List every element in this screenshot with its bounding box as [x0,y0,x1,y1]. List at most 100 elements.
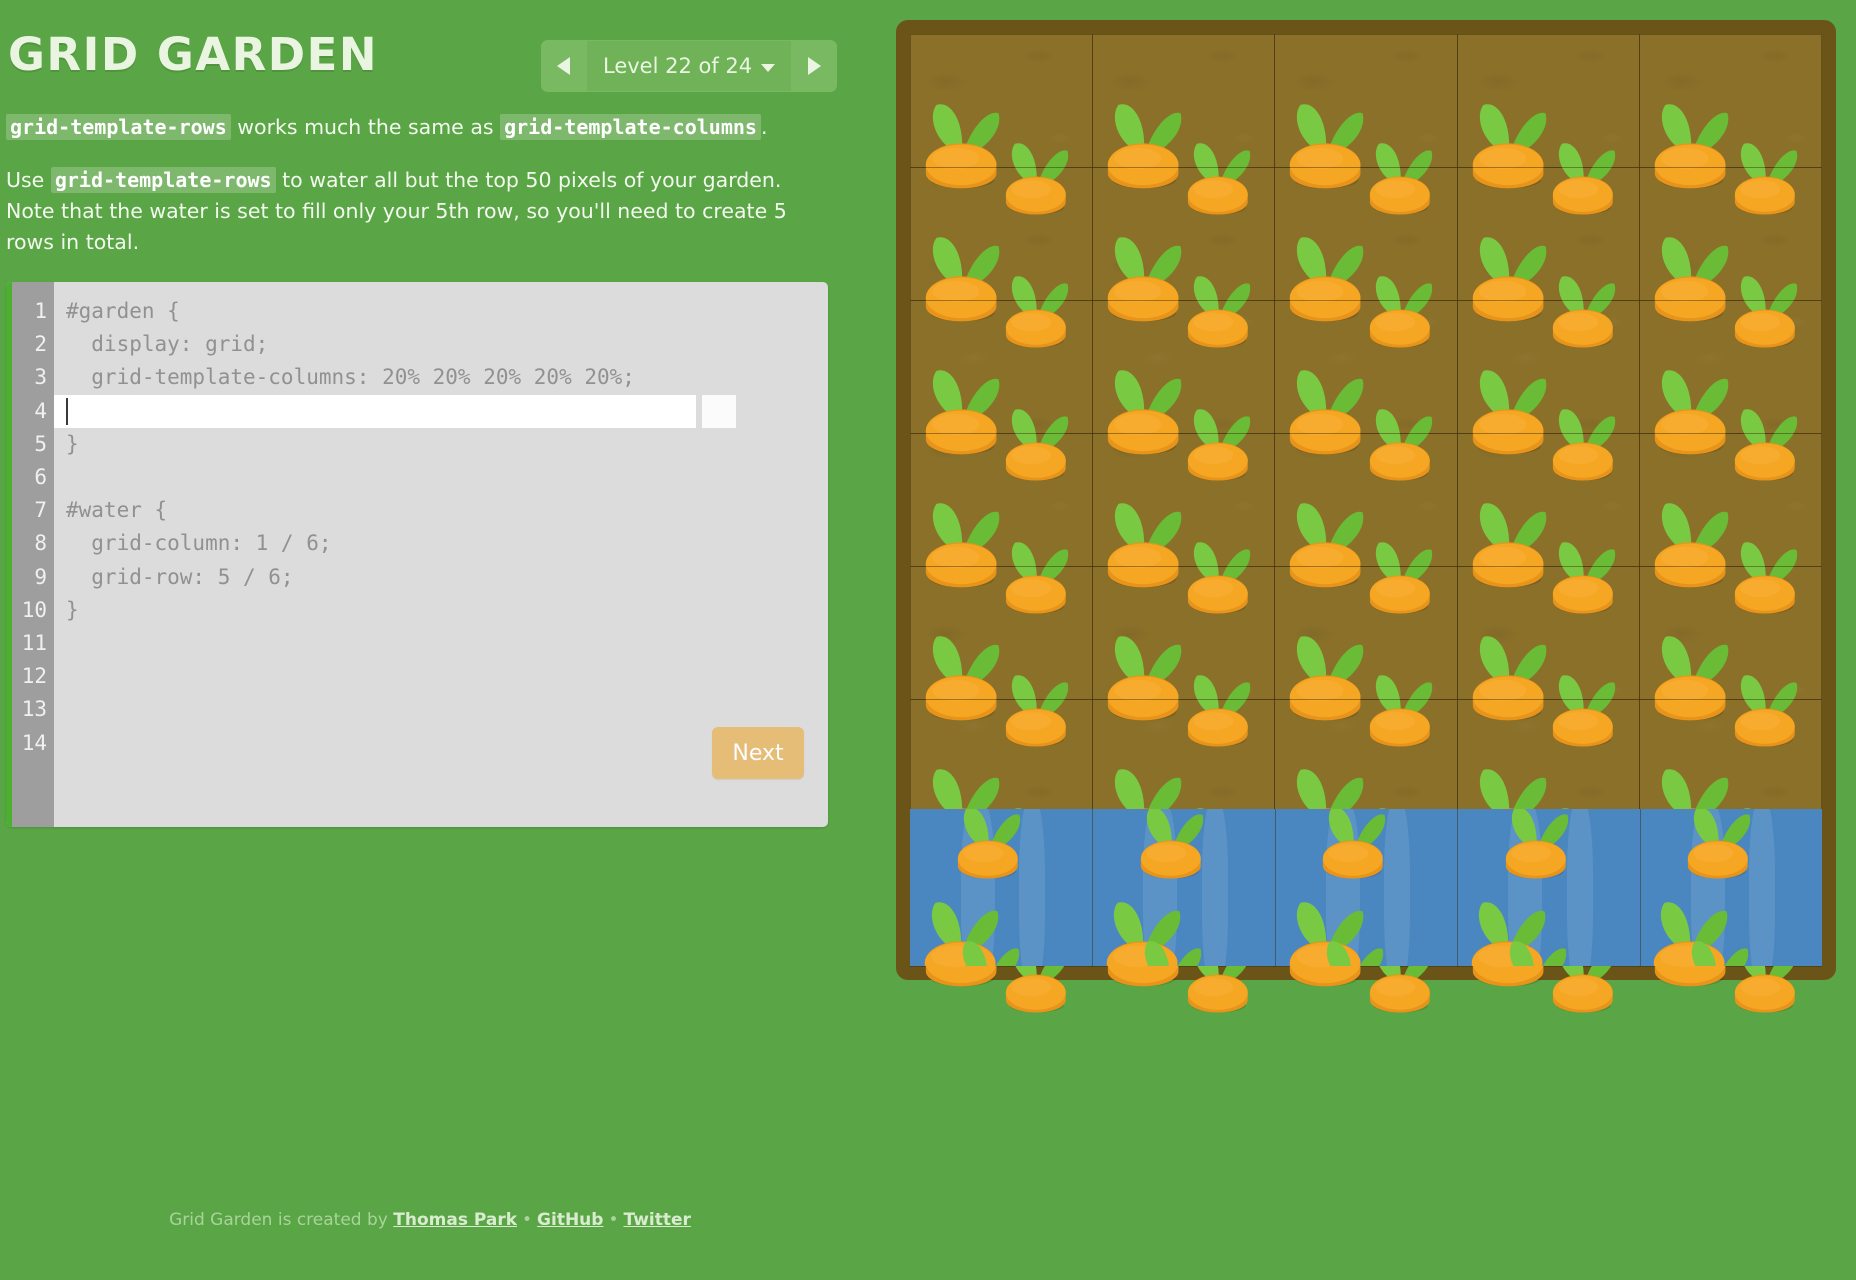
instruction-text-1b: . [760,115,768,139]
garden-container [896,20,1836,1013]
footer-separator-2: • [608,1210,619,1230]
inline-code-grid-template-rows-2: grid-template-rows [50,167,276,193]
garden-plot [909,166,1093,348]
garden-plot [1456,432,1641,614]
garden-plot [909,299,1093,481]
garden-plot [1274,166,1458,348]
inline-code-grid-template-columns: grid-template-columns [500,114,761,140]
code-line[interactable] [54,461,828,494]
left-panel: GRID GARDEN Level 22 of 24 grid-template… [0,0,860,1280]
carrot-icon [1107,902,1182,987]
code-line[interactable]: } [54,428,828,461]
code-line[interactable] [54,660,828,693]
garden-plot [1639,432,1823,614]
garden-plot [1274,566,1458,747]
footer-separator-1: • [522,1210,533,1230]
footer-author-link[interactable]: Thomas Park [393,1210,517,1230]
code-line[interactable]: grid-column: 1 / 6; [54,527,828,560]
carrot [1177,925,1255,1013]
code-line[interactable]: #garden { [54,295,828,328]
carrot [1095,883,1187,987]
footer-prefix: Grid Garden is created by [169,1210,394,1230]
code-line[interactable]: grid-row: 5 / 6; [54,561,828,594]
carrot [1460,883,1552,987]
garden-plot [1274,299,1458,481]
line-number: 6 [34,465,47,490]
carrot-icon [1290,902,1364,987]
level-label-text: Level 22 of 24 [603,54,753,78]
footer-github-link[interactable]: GitHub [537,1210,603,1230]
level-dropdown[interactable]: Level 22 of 24 [587,40,791,92]
carrot [995,925,1073,1013]
garden-plot [1456,299,1641,481]
chevron-down-icon [761,63,776,72]
next-button[interactable]: Next [712,727,804,779]
carrot-icon [1552,941,1615,1013]
line-number: 10 [21,597,47,622]
code-line[interactable]: display: grid; [54,328,828,361]
garden-grid [909,33,1823,1013]
garden-plot [1639,299,1823,481]
carrot [1642,883,1734,987]
line-number: 8 [34,531,47,556]
grid-garden-app: GRID GARDEN Level 22 of 24 grid-template… [0,0,1856,1280]
carrot-icon [1370,941,1433,1013]
carrot [1359,925,1437,1013]
carrot-icon [1187,941,1251,1013]
garden-plot [1639,33,1823,215]
garden-plot [1639,699,1823,880]
line-number: 14 [21,730,47,755]
code-line[interactable]: } [54,594,828,627]
text-cursor [66,397,68,425]
header-row: GRID GARDEN Level 22 of 24 [8,28,848,98]
garden-plot [1456,33,1641,215]
code-line[interactable] [54,693,828,726]
garden-plot [1639,832,1823,1013]
code-line[interactable] [54,627,828,660]
instruction-paragraph-1: grid-template-rows works much the same a… [6,112,836,143]
line-number: 13 [21,697,47,722]
line-number: 2 [34,332,47,357]
garden-plot [909,432,1093,614]
line-number: 12 [21,664,47,689]
garden-plot [1091,299,1276,481]
previous-level-button[interactable] [541,40,587,92]
next-level-button[interactable] [791,40,838,92]
garden-plot [1274,33,1458,215]
garden-plot [1274,699,1458,880]
code-editor[interactable]: 1 2 3 4 5 6 7 8 9 10 11 12 13 14 #garden { display: g… [6,282,828,827]
garden-plot [1091,33,1276,215]
garden-plot [1091,166,1276,348]
code-line[interactable]: #water { [54,494,828,527]
line-number: 9 [34,564,47,589]
instruction-paragraph-2: Use grid-template-rows to water all but … [6,165,836,258]
line-number: 11 [21,631,47,656]
level-selector[interactable]: Level 22 of 24 [541,40,838,92]
garden-plot [1091,699,1276,880]
garden-plot [1639,166,1823,348]
garden-plot [1456,832,1641,1013]
garden-plot [909,33,1093,215]
garden-plot [1456,699,1641,880]
line-number: 4 [34,398,47,423]
inline-code-grid-template-rows-1: grid-template-rows [6,114,231,140]
carrot [1542,925,1620,1013]
caret-left-icon [557,57,570,75]
footer-twitter-link[interactable]: Twitter [623,1210,690,1230]
garden-plot [1091,832,1276,1013]
garden-plot [1456,566,1641,747]
line-number: 5 [34,431,47,456]
carrot-icon [1734,941,1798,1013]
caret-right-icon [808,57,822,75]
code-line[interactable]: grid-template-columns: 20% 20% 20% 20% 2… [54,361,828,394]
garden-plot [909,699,1093,880]
code-line[interactable] [54,394,736,428]
page-title: GRID GARDEN [8,28,379,81]
carrot-icon [925,902,999,987]
garden-plot [909,566,1093,747]
carrot [1724,925,1802,1013]
carrot [913,883,1005,987]
garden-plot [1639,566,1823,747]
garden-plot [1091,566,1276,747]
garden-plot [1274,432,1458,614]
